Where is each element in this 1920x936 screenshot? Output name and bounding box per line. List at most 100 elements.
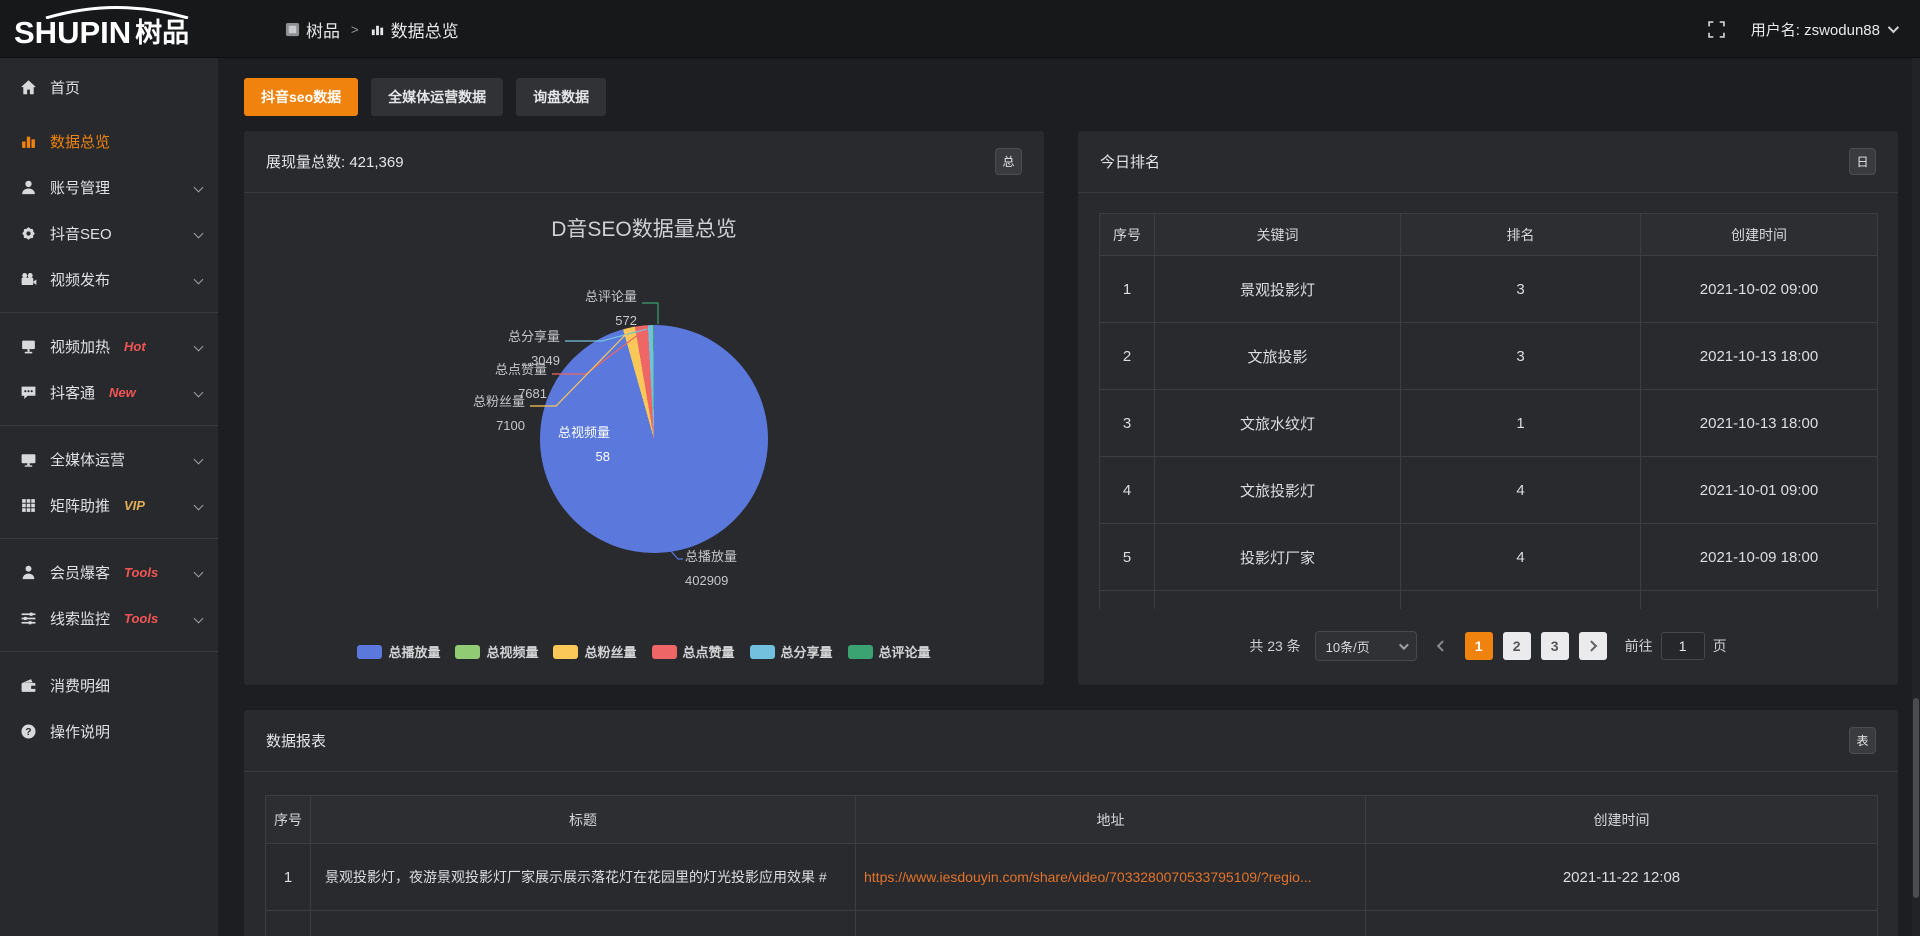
page-button-2[interactable]: 2 xyxy=(1503,632,1531,660)
badge-vip: VIP xyxy=(124,498,145,513)
table-row: 1 景观投影灯 3 2021-10-02 09:00 xyxy=(1100,256,1878,323)
col-header-no: 序号 xyxy=(266,796,311,844)
table-row: 2 文旅投影 3 2021-10-13 18:00 xyxy=(1100,323,1878,390)
chevron-down-icon xyxy=(194,567,204,577)
chevron-down-icon xyxy=(194,454,204,464)
badge-tools: Tools xyxy=(124,565,158,580)
sidebar-item-omnimedia[interactable]: 全媒体运营 xyxy=(0,436,218,482)
legend-swatch xyxy=(652,645,677,659)
cell-rank: 4 xyxy=(1401,524,1641,591)
sidebar-item-video-heat[interactable]: 视频加热 Hot xyxy=(0,323,218,369)
total-view-button[interactable]: 总 xyxy=(995,148,1022,175)
app: SHUPIN 树品 树品 > 数据总览 xyxy=(0,0,1920,936)
monitor-icon xyxy=(20,451,37,468)
cell-no: 1 xyxy=(266,844,311,911)
legend-item[interactable]: 总播放量 xyxy=(357,642,440,661)
sidebar-item-label: 会员爆客 xyxy=(50,562,110,583)
topbar: SHUPIN 树品 树品 > 数据总览 xyxy=(0,0,1920,58)
sidebar: 首页 数据总览 账号管理 xyxy=(0,58,218,936)
scrollbar[interactable] xyxy=(1912,58,1920,936)
legend-swatch xyxy=(455,645,480,659)
breadcrumb-current[interactable]: 数据总览 xyxy=(370,17,459,42)
col-header-rank: 排名 xyxy=(1401,214,1641,256)
daily-view-button[interactable]: 日 xyxy=(1849,148,1876,175)
chart-title: D音SEO数据量总览 xyxy=(244,213,1044,243)
goto-page-input[interactable] xyxy=(1661,632,1705,660)
legend-item[interactable]: 总点赞量 xyxy=(652,642,735,661)
sidebar-item-lead-monitor[interactable]: 线索监控 Tools xyxy=(0,595,218,641)
sidebar-item-account[interactable]: 账号管理 xyxy=(0,164,218,210)
tab-douyin-seo-data[interactable]: 抖音seo数据 xyxy=(244,78,358,116)
sidebar-divider xyxy=(0,312,218,313)
sidebar-item-douketong[interactable]: 抖客通 New xyxy=(0,369,218,415)
prev-page-button[interactable] xyxy=(1427,632,1455,660)
chevron-down-icon xyxy=(194,341,204,351)
app-square-icon xyxy=(285,22,300,37)
tab-inquiry-data[interactable]: 询盘数据 xyxy=(516,78,606,116)
user-menu[interactable]: 用户名: zswodun88 xyxy=(1751,19,1896,40)
cell-url: https://www.iesdouyin.com/share/video/70… xyxy=(856,844,1366,911)
legend-item[interactable]: 总视频量 xyxy=(455,642,538,661)
cell-keyword: 文旅投影灯 xyxy=(1155,457,1401,524)
table-row-clipped xyxy=(266,911,1878,936)
sidebar-item-data-overview[interactable]: 数据总览 xyxy=(0,118,218,164)
cell-rank: 3 xyxy=(1401,256,1641,323)
cell-keyword: 文旅水纹灯 xyxy=(1155,390,1401,457)
sidebar-item-help[interactable]: ? 操作说明 xyxy=(0,708,218,754)
legend-item[interactable]: 总分享量 xyxy=(750,642,833,661)
username-label: 用户名: zswodun88 xyxy=(1751,19,1880,40)
legend-item[interactable]: 总评论量 xyxy=(848,642,931,661)
chart-legend: 总播放量 总视频量 总粉丝量 总点赞量 总分享量 总评论量 xyxy=(244,642,1044,661)
goto-unit: 页 xyxy=(1713,636,1727,656)
sidebar-divider xyxy=(0,538,218,539)
sidebar-item-home[interactable]: 首页 xyxy=(0,64,218,110)
sidebar-divider xyxy=(0,651,218,652)
page-button-1[interactable]: 1 xyxy=(1465,632,1493,660)
chevron-down-icon xyxy=(194,182,204,192)
page-button-3[interactable]: 3 xyxy=(1541,632,1569,660)
logo: SHUPIN 树品 xyxy=(14,7,218,51)
sidebar-item-label: 视频发布 xyxy=(50,269,110,290)
pagination-total: 共 23 条 xyxy=(1249,636,1300,656)
sidebar-item-matrix-boost[interactable]: 矩阵助推 VIP xyxy=(0,482,218,528)
user-icon xyxy=(20,179,37,196)
chevron-down-icon xyxy=(194,228,204,238)
cell-no: 5 xyxy=(1100,524,1155,591)
cell-created: 2021-10-02 09:00 xyxy=(1641,256,1878,323)
cell-title: 景观投影灯，夜游景观投影灯厂家展示展示落花灯在花园里的灯光投影应用效果 # xyxy=(311,844,856,911)
breadcrumb-root[interactable]: 树品 xyxy=(285,17,340,42)
sidebar-item-label: 账号管理 xyxy=(50,177,110,198)
sidebar-item-video-publish[interactable]: 视频发布 xyxy=(0,256,218,302)
page-size-select[interactable]: 10条/页 xyxy=(1315,631,1417,661)
bar-chart-icon xyxy=(370,22,385,37)
main-content: 抖音seo数据 全媒体运营数据 询盘数据 展现量总数: 421,369 总 D音… xyxy=(218,58,1920,936)
home-icon xyxy=(20,79,37,96)
cell-no: 3 xyxy=(1100,390,1155,457)
sidebar-item-douyin-seo[interactable]: 抖音SEO xyxy=(0,210,218,256)
chevron-down-icon xyxy=(1888,22,1899,33)
sidebar-item-label: 视频加热 xyxy=(50,336,110,357)
sidebar-item-label: 操作说明 xyxy=(50,721,110,742)
col-header-created: 创建时间 xyxy=(1641,214,1878,256)
cell-no: 2 xyxy=(1100,323,1155,390)
tab-omnimedia-data[interactable]: 全媒体运营数据 xyxy=(371,78,503,116)
sidebar-item-member-burst[interactable]: 会员爆客 Tools xyxy=(0,549,218,595)
sidebar-item-label: 消费明细 xyxy=(50,675,110,696)
rank-table: 序号 关键词 排名 创建时间 1 景观投影灯 3 2021-10-02 09:0… xyxy=(1099,213,1878,609)
rank-card-title: 今日排名 xyxy=(1100,151,1160,172)
table-row: 1 景观投影灯，夜游景观投影灯厂家展示展示落花灯在花园里的灯光投影应用效果 # … xyxy=(266,844,1878,911)
pie-chart-area: D音SEO数据量总览 总评论量572 总分享量3049 总点赞量7681 xyxy=(244,193,1044,685)
scrollbar-thumb[interactable] xyxy=(1913,698,1919,898)
legend-item[interactable]: 总粉丝量 xyxy=(553,642,636,661)
gear-icon xyxy=(20,225,37,242)
pie-label-videos: 总视频量58 xyxy=(558,421,610,469)
next-page-button[interactable] xyxy=(1579,632,1607,660)
video-link[interactable]: https://www.iesdouyin.com/share/video/70… xyxy=(864,869,1312,885)
table-row: 3 文旅水纹灯 1 2021-10-13 18:00 xyxy=(1100,390,1878,457)
cell-rank: 1 xyxy=(1401,390,1641,457)
table-view-button[interactable]: 表 xyxy=(1849,727,1876,754)
fullscreen-icon[interactable] xyxy=(1708,21,1725,38)
cell-no: 1 xyxy=(1100,256,1155,323)
sidebar-item-expense-detail[interactable]: 消费明细 xyxy=(0,662,218,708)
sidebar-item-label: 全媒体运营 xyxy=(50,449,125,470)
